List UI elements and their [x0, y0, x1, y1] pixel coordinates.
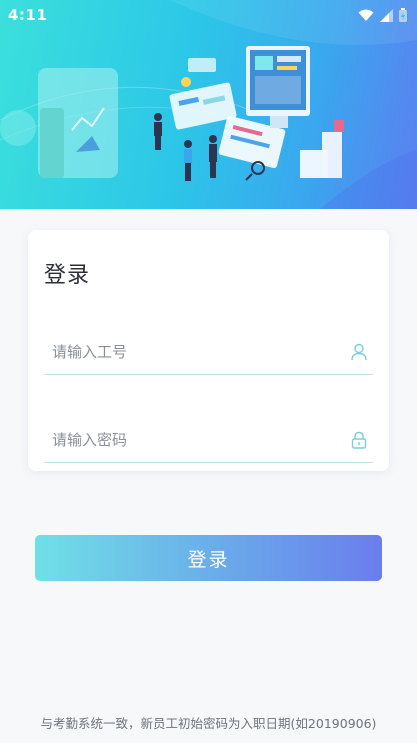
login-title: 登录	[44, 263, 91, 288]
wifi-icon	[358, 9, 374, 21]
battery-icon	[399, 8, 407, 22]
login-card: 登录	[28, 230, 389, 471]
hero-banner: 4:11	[0, 0, 417, 209]
lock-icon	[351, 431, 367, 449]
status-time: 4:11	[8, 6, 48, 24]
password-input[interactable]	[52, 423, 342, 457]
employee-id-input[interactable]	[52, 335, 342, 369]
status-bar: 4:11	[0, 0, 417, 30]
business-dashboard-illustration	[0, 0, 417, 209]
user-icon	[351, 343, 367, 361]
signal-icon	[380, 8, 393, 22]
password-field	[44, 419, 373, 463]
password-hint: 与考勤系统一致，新员工初始密码为入职日期(如20190906)	[40, 716, 377, 731]
employee-id-field	[44, 331, 373, 375]
status-icons	[358, 8, 407, 22]
login-button[interactable]: 登录	[35, 535, 382, 581]
